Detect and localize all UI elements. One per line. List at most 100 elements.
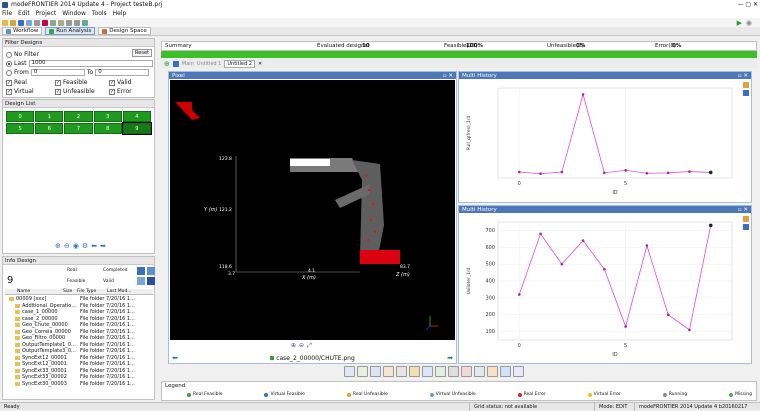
doc-tab-untitled-1[interactable]: Untitled 1 [197, 61, 222, 67]
tree-row[interactable]: Additional_Operatio... File folder 7/20/1… [7, 303, 153, 310]
correlation-icon[interactable] [461, 366, 472, 377]
new-icon[interactable] [2, 19, 8, 26]
design-cell[interactable]: 4 [122, 111, 151, 122]
chart-tool-icon[interactable] [743, 82, 749, 88]
history-chart-icon[interactable] [383, 366, 394, 377]
design-cell[interactable]: 6 [35, 123, 64, 134]
tree-row[interactable]: SyncExt33_00002 File folder 7/20/16 1... [7, 374, 153, 381]
check-error[interactable]: ✓ Error [109, 88, 132, 95]
chart-export-icon[interactable] [743, 224, 749, 230]
cut-icon[interactable] [42, 19, 48, 26]
data-point[interactable] [708, 223, 713, 228]
check-real[interactable]: ✓ Real [6, 79, 27, 86]
pie-chart-icon[interactable] [422, 366, 433, 377]
data-point[interactable] [581, 93, 585, 96]
window-buttons-icon[interactable]: ▫ ✕ [738, 73, 748, 79]
no-filter-radio[interactable] [6, 51, 12, 58]
menu-tools[interactable]: Tools [92, 10, 107, 17]
data-point[interactable] [666, 171, 670, 175]
chart-tool-icon[interactable] [743, 216, 749, 222]
fit-icon[interactable]: ⤢ [307, 342, 312, 350]
next-arrow-icon[interactable]: ➡ [100, 242, 106, 250]
data-point[interactable] [603, 171, 606, 175]
tree-row[interactable]: Geo_Filtro_00000 File folder 7/20/16 1... [7, 335, 153, 342]
zoom-in-icon[interactable]: ⊕ [291, 342, 296, 350]
zoom-in-icon[interactable]: ⊕ [55, 242, 61, 250]
open-icon[interactable] [10, 19, 16, 26]
from-option[interactable]: From 0 To 0 [6, 69, 150, 76]
data-point[interactable] [539, 232, 542, 236]
tree-row[interactable]: SyncExt33_00001 File folder 7/20/16 1... [7, 368, 153, 375]
data-point[interactable] [666, 313, 670, 317]
data-point[interactable] [517, 293, 521, 296]
last-input[interactable]: 1000 [28, 60, 153, 67]
distribution-icon[interactable] [487, 366, 498, 377]
tree-row[interactable]: SyncExt30_00003 File folder 7/20/16 1... [7, 381, 153, 388]
menu-project[interactable]: Project [36, 10, 57, 17]
unfeasible-checkbox[interactable]: ✓ [55, 88, 61, 95]
copy-icon[interactable] [50, 19, 56, 26]
refresh-icon[interactable]: ◉ [73, 242, 79, 250]
run-icon[interactable]: ▶ [737, 19, 742, 27]
data-point[interactable] [603, 267, 606, 271]
prev-arrow-icon[interactable]: ⬅ [91, 242, 97, 250]
menu-edit[interactable]: Edit [18, 10, 30, 17]
tree-row[interactable]: Geo_Correia_00000 File folder 7/20/16 1..… [7, 329, 153, 336]
data-point[interactable] [560, 170, 564, 174]
report-icon[interactable] [513, 366, 524, 377]
virtual-checkbox[interactable]: ✓ [6, 88, 12, 95]
feasible-checkbox[interactable]: ✓ [55, 79, 61, 86]
chart-view-icon[interactable] [137, 277, 145, 285]
from-input[interactable]: 0 [30, 69, 85, 76]
design-cell[interactable]: 1 [35, 111, 64, 122]
reset-button[interactable]: Reset [132, 49, 152, 57]
settings-icon[interactable]: ⚙ [82, 242, 88, 250]
print-icon[interactable] [34, 19, 40, 26]
design-cell[interactable]: 2 [64, 111, 93, 122]
add-tab-icon[interactable]: ⊕ [164, 60, 170, 68]
check-feasible[interactable]: ✓ Feasible [55, 79, 87, 86]
data-point[interactable] [560, 262, 564, 266]
save-all-icon[interactable] [26, 19, 32, 26]
window-buttons-icon[interactable]: ▫ ✕ [738, 207, 748, 213]
last-option[interactable]: Last 1000 [6, 60, 153, 67]
check-virtual[interactable]: ✓ Virtual [6, 88, 34, 95]
tree-row[interactable]: 00009 [xxx] File folder 7/20/16 1... [7, 296, 153, 303]
design-cell[interactable]: 0 [6, 111, 35, 122]
broken-line-icon[interactable] [435, 366, 446, 377]
zoom-out-icon[interactable]: ⊖ [64, 242, 70, 250]
tab-design-space[interactable]: Design Space [98, 27, 151, 35]
table-view-icon[interactable] [147, 267, 155, 275]
zoom-out-icon[interactable]: ⊖ [299, 342, 304, 350]
data-point[interactable] [624, 325, 627, 328]
undo-icon[interactable] [66, 19, 72, 26]
save-icon[interactable] [18, 19, 24, 26]
valid-checkbox[interactable]: ✓ [109, 79, 115, 86]
data-point[interactable] [708, 170, 713, 175]
tree-row[interactable]: OutputTemplate1_0... File folder 7/20/16 … [7, 342, 153, 349]
prev-image-icon[interactable]: ⬅ [172, 354, 178, 362]
table-chart-icon[interactable] [396, 366, 407, 377]
no-filter-option[interactable]: No Filter [6, 51, 39, 58]
check-unfeasible[interactable]: ✓ Unfeasible [55, 88, 95, 95]
menu-help[interactable]: Help [113, 10, 127, 17]
tree-row[interactable]: SyncExt12_00001 File folder 7/20/16 1... [7, 355, 153, 362]
tree-row[interactable]: Geo_Chute_00000 File folder 7/20/16 1... [7, 322, 153, 329]
data-point[interactable] [688, 328, 691, 332]
chart-export-icon[interactable] [743, 90, 749, 96]
close-tab-icon[interactable]: ✕ [258, 61, 262, 67]
real-checkbox[interactable]: ✓ [6, 79, 12, 86]
data-point[interactable] [517, 170, 521, 174]
doc-tab-untitled-2[interactable]: Untitled 2 [224, 59, 255, 68]
data-point[interactable] [645, 244, 649, 247]
tree-row[interactable]: case_2_00000 File folder 7/20/16 1... [7, 316, 153, 323]
from-radio[interactable] [6, 69, 12, 76]
data-point[interactable] [624, 168, 627, 172]
error-checkbox[interactable]: ✓ [109, 88, 115, 95]
design-cell[interactable]: 8 [93, 123, 122, 134]
histogram-icon[interactable] [409, 366, 420, 377]
design-cell-selected[interactable]: 9 [121, 122, 153, 135]
parallel-chart-icon[interactable] [357, 366, 368, 377]
matrix-icon[interactable] [500, 366, 511, 377]
last-radio[interactable] [6, 60, 12, 67]
